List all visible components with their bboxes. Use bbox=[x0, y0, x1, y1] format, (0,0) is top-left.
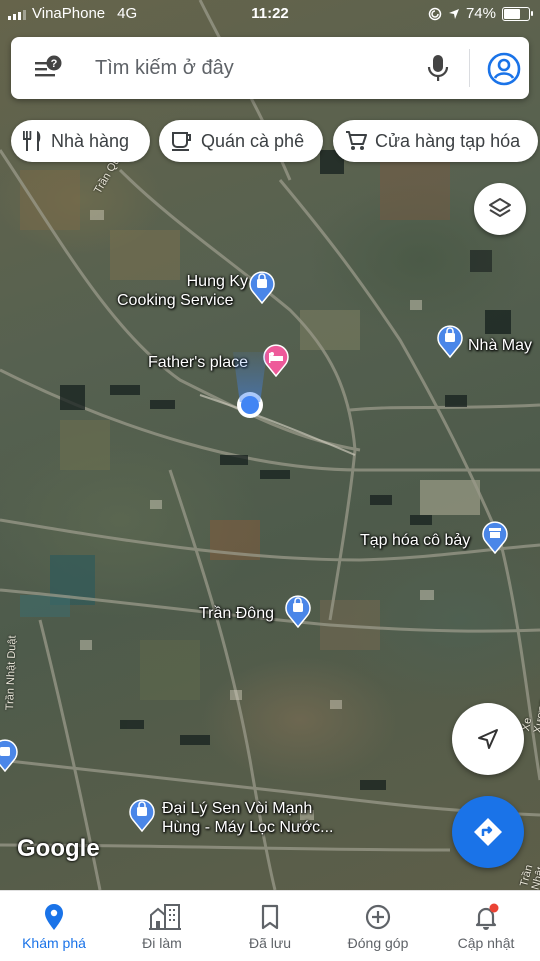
commute-building-icon bbox=[149, 904, 181, 930]
shopping-bag-icon[interactable] bbox=[285, 594, 311, 628]
nav-updates[interactable]: Cập nhật bbox=[432, 891, 540, 961]
layers-icon bbox=[489, 198, 511, 217]
fork-knife-icon bbox=[23, 131, 41, 151]
navigation-arrow-icon bbox=[478, 729, 498, 749]
shopping-bag-icon[interactable] bbox=[0, 738, 18, 772]
nav-label: Cập nhật bbox=[457, 935, 515, 951]
nav-label: Đóng góp bbox=[347, 935, 409, 951]
chip-label: Quán cà phê bbox=[201, 130, 305, 151]
shopping-cart-icon bbox=[346, 131, 367, 150]
bookmark-icon bbox=[261, 904, 279, 930]
nav-commute[interactable]: Đi làm bbox=[108, 891, 216, 961]
search-bar[interactable]: ? Tìm kiếm ở đây bbox=[11, 37, 529, 99]
account-icon[interactable] bbox=[486, 51, 522, 87]
chip-label: Cửa hàng tạp hóa bbox=[375, 130, 521, 151]
directions-icon bbox=[474, 818, 502, 846]
nav-label: Khám phá bbox=[22, 935, 86, 951]
location-arrow-icon bbox=[448, 8, 459, 19]
place-label-tap-hoa-co-bay[interactable]: Tạp hóa cô bảy bbox=[360, 531, 470, 550]
search-input[interactable]: Tìm kiếm ở đây bbox=[95, 57, 234, 80]
search-divider bbox=[469, 49, 470, 87]
nav-saved[interactable]: Đã lưu bbox=[216, 891, 324, 961]
place-label-line: Hung Ky bbox=[186, 273, 248, 290]
chip-label: Nhà hàng bbox=[51, 130, 130, 151]
status-bar: VinaPhone 4G 11:22 74% bbox=[0, 0, 540, 28]
battery-icon bbox=[502, 6, 533, 21]
shopping-bag-icon[interactable] bbox=[437, 324, 463, 358]
mic-icon[interactable] bbox=[423, 52, 453, 84]
bell-icon bbox=[475, 903, 499, 930]
layers-button[interactable] bbox=[474, 183, 526, 235]
notification-badge bbox=[489, 903, 499, 913]
place-label-line: Hùng - Máy Lọc Nước... bbox=[162, 819, 334, 836]
bottom-navigation: Khám phá Đi làm Đã lưu Đóng góp Cập nhật bbox=[0, 890, 540, 961]
menu-help-icon[interactable]: ? bbox=[33, 54, 63, 82]
hotel-bed-icon[interactable] bbox=[263, 343, 289, 377]
place-label-tran-dong[interactable]: Trần Đông bbox=[199, 604, 274, 623]
nav-contribute[interactable]: Đóng góp bbox=[324, 891, 432, 961]
nav-explore[interactable]: Khám phá bbox=[0, 891, 108, 961]
directions-button[interactable] bbox=[452, 796, 524, 868]
chip-coffee-shops[interactable]: Quán cà phê bbox=[159, 120, 323, 162]
chip-restaurants[interactable]: Nhà hàng bbox=[11, 120, 150, 162]
shopping-bag-icon[interactable] bbox=[129, 798, 155, 832]
shopping-bag-icon[interactable] bbox=[249, 270, 275, 304]
place-label-hung-ky[interactable]: Hung Ky bbox=[178, 272, 248, 291]
add-circle-icon bbox=[365, 904, 391, 930]
screen-lock-icon bbox=[428, 7, 442, 20]
coffee-cup-icon bbox=[172, 132, 191, 151]
store-icon[interactable] bbox=[482, 520, 508, 554]
place-label-fathers-place[interactable]: Father's place bbox=[148, 353, 248, 372]
svg-text:?: ? bbox=[51, 58, 58, 70]
nav-label: Đã lưu bbox=[248, 935, 292, 951]
chip-grocery-stores[interactable]: Cửa hàng tạp hóa bbox=[333, 120, 538, 162]
explore-pin-icon bbox=[45, 904, 63, 930]
place-label-nha-may[interactable]: Nhà May bbox=[468, 336, 532, 355]
battery-percent: 74% bbox=[465, 5, 496, 22]
place-label-hung-ky-line2[interactable]: Cooking Service bbox=[117, 291, 234, 310]
my-location-button[interactable] bbox=[452, 703, 524, 775]
place-label-dai-ly-sen-voi[interactable]: Đại Lý Sen Vòi Mạnh Hùng - Máy Lọc Nước.… bbox=[162, 799, 333, 837]
google-attribution: Google bbox=[17, 835, 100, 862]
nav-label: Đi làm bbox=[142, 935, 182, 951]
place-label-line: Đại Lý Sen Vòi Mạnh bbox=[162, 800, 313, 817]
